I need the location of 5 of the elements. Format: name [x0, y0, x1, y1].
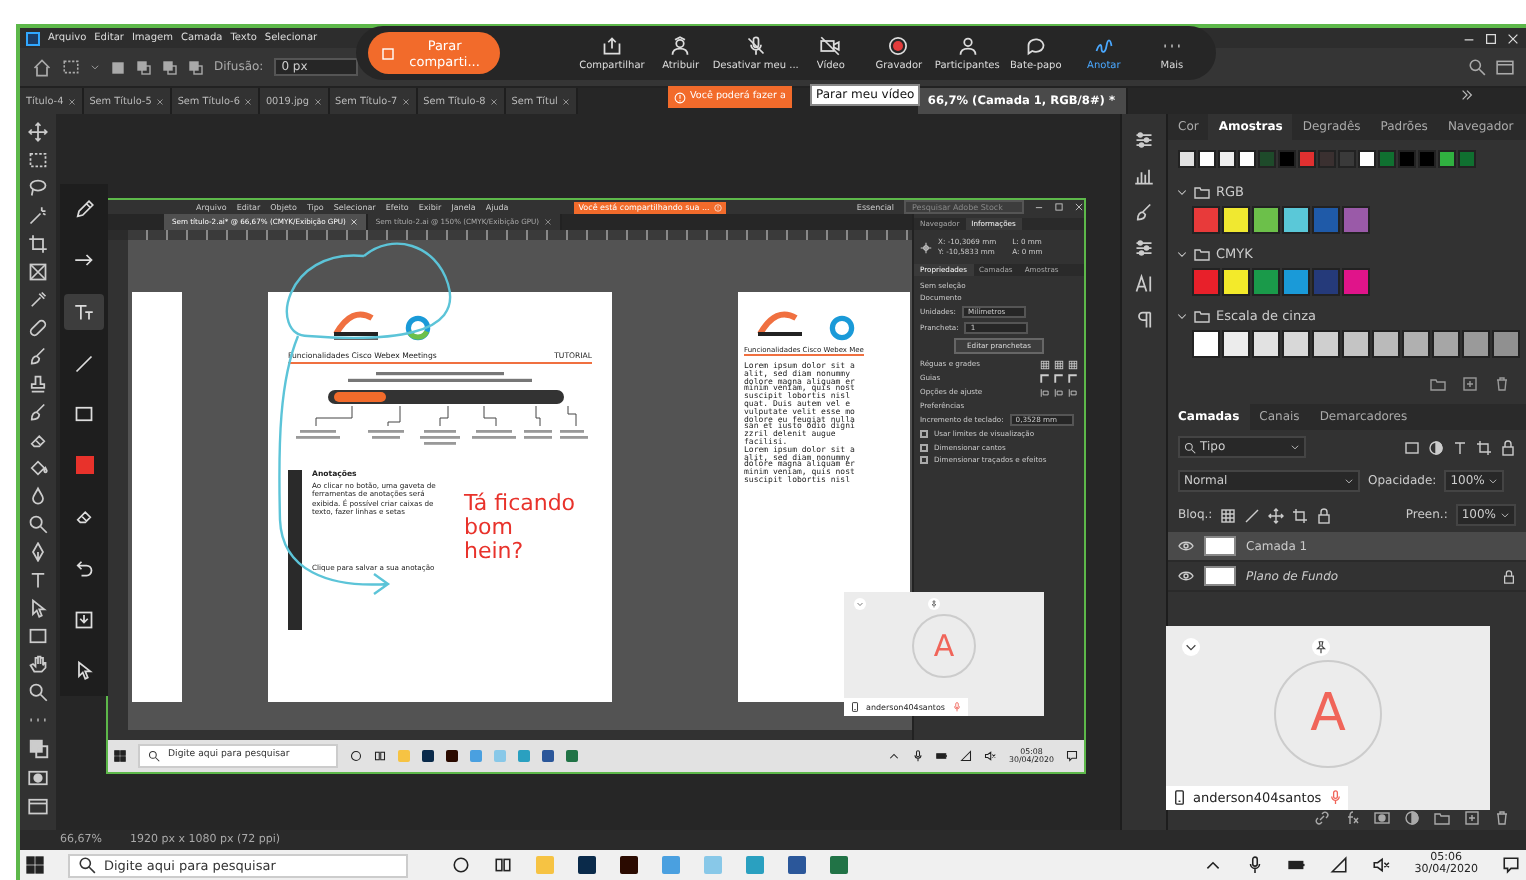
handwritten-annotation: hein? — [464, 540, 526, 564]
handwritten-annotation: bom — [464, 516, 515, 540]
avatar: A — [912, 614, 976, 678]
handwritten-annotation: Tá ficando — [464, 492, 576, 516]
avatar: A — [1274, 660, 1382, 768]
